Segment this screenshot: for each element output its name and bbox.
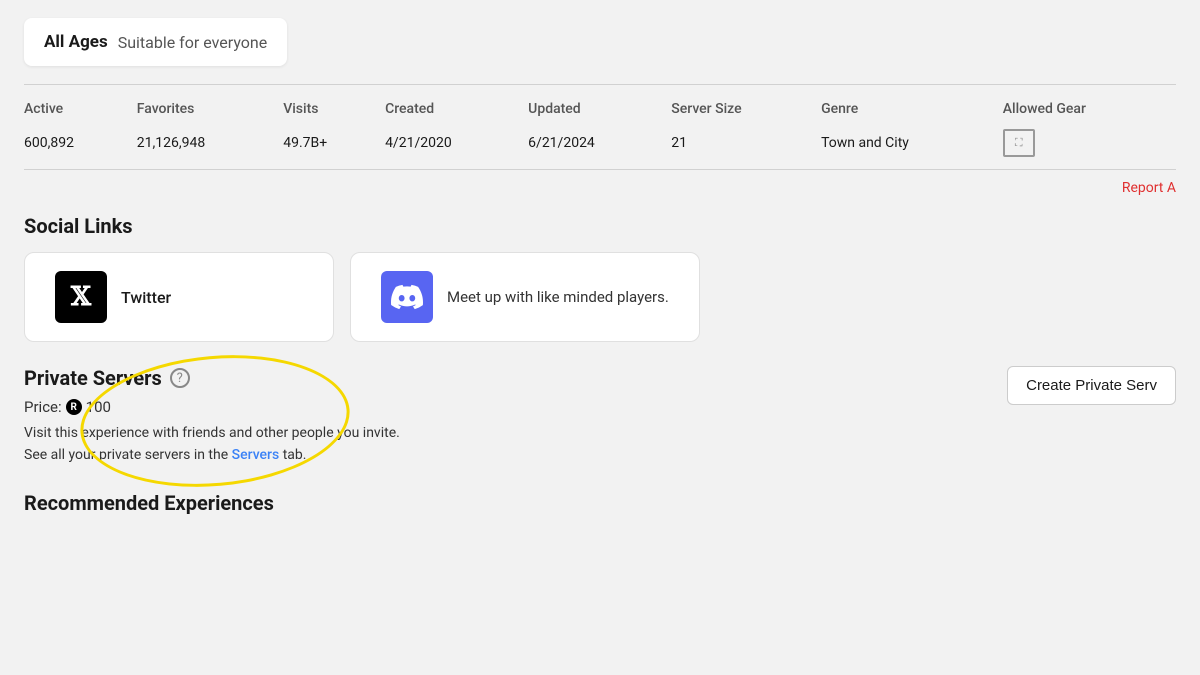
stat-header-updated: Updated	[528, 97, 671, 125]
recommended-title: Recommended Experiences	[24, 491, 1176, 515]
stat-header-active: Active	[24, 97, 137, 125]
page-container: All Ages Suitable for everyone Active Fa…	[0, 0, 1200, 515]
stat-value-active: 600,892	[24, 125, 137, 165]
stat-header-visits: Visits	[283, 97, 385, 125]
stat-value-created: 4/21/2020	[385, 125, 528, 165]
stat-header-favorites: Favorites	[137, 97, 283, 125]
stat-header-created: Created	[385, 97, 528, 125]
discord-card[interactable]: Meet up with like minded players.	[350, 252, 700, 342]
discord-icon	[391, 281, 423, 313]
private-servers-section: Private Servers ? Price: R 100 Visit thi…	[0, 358, 1200, 483]
stat-value-genre: Town and City	[821, 125, 1003, 165]
stat-value-updated: 6/21/2024	[528, 125, 671, 165]
help-icon[interactable]: ?	[170, 368, 190, 388]
stat-header-allowed-gear: Allowed Gear	[1003, 97, 1176, 125]
stats-divider-top	[24, 84, 1176, 85]
stat-value-allowed-gear: ⛶	[1003, 125, 1176, 165]
stat-value-visits: 49.7B+	[283, 125, 385, 165]
price-label: Price:	[24, 398, 62, 416]
age-rating-section: All Ages Suitable for everyone	[0, 0, 1200, 66]
stat-header-server-size: Server Size	[671, 97, 821, 125]
twitter-label: Twitter	[121, 288, 171, 307]
social-links-title: Social Links	[24, 214, 1176, 238]
servers-tab-link[interactable]: Servers	[232, 447, 280, 463]
private-servers-desc-line3: tab.	[283, 447, 307, 463]
stat-value-favorites: 21,126,948	[137, 125, 283, 165]
social-links-row: 𝕏 Twitter Meet up with like minded playe…	[24, 252, 1176, 342]
private-servers-desc-line2: See all your private servers in the	[24, 447, 228, 463]
stats-table: Active Favorites Visits Created Updated …	[24, 97, 1176, 165]
private-servers-header: Private Servers ?	[24, 366, 1176, 390]
discord-description: Meet up with like minded players.	[447, 287, 669, 308]
private-servers-title: Private Servers	[24, 366, 162, 390]
create-private-server-button[interactable]: Create Private Serv	[1007, 366, 1176, 405]
price-amount: 100	[86, 398, 111, 416]
stat-header-genre: Genre	[821, 97, 1003, 125]
age-rating-description: Suitable for everyone	[118, 33, 268, 52]
twitter-card[interactable]: 𝕏 Twitter	[24, 252, 334, 342]
age-rating-badge: All Ages Suitable for everyone	[24, 18, 287, 66]
report-abuse-link[interactable]: Report A	[1122, 180, 1176, 196]
stat-value-server-size: 21	[671, 125, 821, 165]
social-links-section: Social Links 𝕏 Twitter Meet up with like…	[0, 204, 1200, 358]
report-section: Report A	[0, 170, 1200, 204]
twitter-x-icon: 𝕏	[71, 284, 91, 310]
stats-section: Active Favorites Visits Created Updated …	[0, 66, 1200, 170]
private-servers-description: Visit this experience with friends and o…	[24, 422, 1176, 467]
recommended-section: Recommended Experiences	[0, 483, 1200, 515]
private-servers-price: Price: R 100	[24, 398, 1176, 416]
private-servers-desc-line1: Visit this experience with friends and o…	[24, 425, 400, 441]
discord-icon-box	[381, 271, 433, 323]
robux-icon: R	[66, 399, 82, 415]
twitter-icon-box: 𝕏	[55, 271, 107, 323]
age-rating-label: All Ages	[44, 32, 108, 52]
